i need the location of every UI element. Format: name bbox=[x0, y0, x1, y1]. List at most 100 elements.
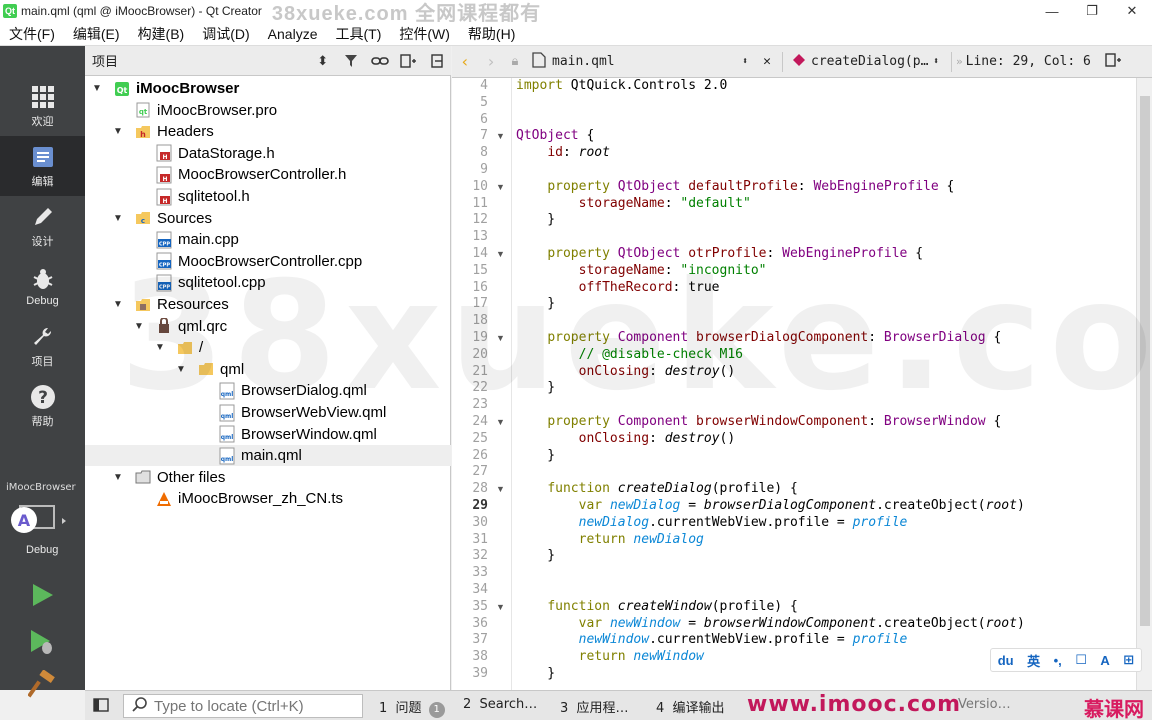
tree-item[interactable]: iMoocBrowser_zh_CN.ts bbox=[85, 488, 451, 509]
code-line[interactable]: } bbox=[516, 448, 555, 465]
code-line[interactable]: } bbox=[516, 548, 555, 565]
mode-welcome[interactable]: 欢迎 bbox=[0, 76, 85, 136]
menu-file[interactable]: 文件(F) bbox=[0, 22, 64, 46]
code-line[interactable]: var newDialog = browserDialogComponent.c… bbox=[516, 498, 1025, 515]
code-line[interactable]: return newWindow bbox=[516, 649, 704, 666]
mode-edit[interactable]: 编辑 bbox=[0, 136, 85, 196]
expand-arrow-icon[interactable]: ▼ bbox=[133, 321, 145, 332]
code-line[interactable]: property QtObject otrProfile: WebEngineP… bbox=[516, 246, 923, 263]
split-icon[interactable] bbox=[394, 46, 423, 76]
kit-selector[interactable]: iMoocBrowser A Debug bbox=[0, 476, 85, 566]
code-line[interactable]: } bbox=[516, 666, 555, 683]
tree-item[interactable]: ▼ / bbox=[85, 337, 451, 358]
expand-arrow-icon[interactable]: ▼ bbox=[112, 472, 124, 483]
close-button[interactable]: ✕ bbox=[1112, 0, 1152, 22]
close-document-button[interactable]: ✕ bbox=[756, 54, 778, 69]
menu-build[interactable]: 构建(B) bbox=[129, 22, 194, 46]
tree-item[interactable]: ▼ Qt iMoocBrowser bbox=[85, 78, 451, 99]
expand-arrow-icon[interactable]: ▼ bbox=[112, 126, 124, 137]
code-line[interactable]: storageName: "default" bbox=[516, 196, 751, 213]
code-line[interactable]: onClosing: destroy() bbox=[516, 364, 736, 381]
tree-item[interactable]: CPP MoocBrowserController.cpp bbox=[85, 251, 451, 272]
fold-marker-icon[interactable]: ▼ bbox=[496, 599, 505, 616]
tree-item[interactable]: qml BrowserDialog.qml bbox=[85, 380, 451, 401]
menu-help[interactable]: 帮助(H) bbox=[459, 22, 524, 46]
mode-debug[interactable]: Debug bbox=[0, 256, 85, 316]
code-line[interactable]: property Component browserWindowComponen… bbox=[516, 414, 1001, 431]
fold-marker-icon[interactable]: ▼ bbox=[496, 330, 505, 347]
code-line[interactable]: newWindow.currentWebView.profile = profi… bbox=[516, 632, 908, 649]
tree-item[interactable]: ▼ c Sources bbox=[85, 208, 451, 229]
ime-punctuation-icon[interactable]: •, bbox=[1054, 653, 1062, 668]
code-line[interactable]: newDialog.currentWebView.profile = profi… bbox=[516, 515, 908, 532]
code-line[interactable]: } bbox=[516, 380, 555, 397]
pane-application-output[interactable]: 3 应用程… bbox=[560, 697, 629, 716]
code-line[interactable]: property Component browserDialogComponen… bbox=[516, 330, 1001, 347]
tree-item[interactable]: ▼ h Headers bbox=[85, 121, 451, 142]
expand-arrow-icon[interactable]: ▼ bbox=[154, 342, 166, 353]
code-line[interactable]: id: root bbox=[516, 145, 610, 162]
ime-skin-icon[interactable]: A bbox=[1100, 653, 1109, 668]
link-icon[interactable] bbox=[365, 46, 394, 76]
tree-item[interactable]: H DataStorage.h bbox=[85, 143, 451, 164]
tree-item[interactable]: H MoocBrowserController.h bbox=[85, 164, 451, 185]
code-line[interactable]: QtObject { bbox=[516, 128, 594, 145]
pane-issues[interactable]: 1 问题 1 bbox=[379, 697, 445, 718]
ime-logo-icon[interactable]: du bbox=[998, 653, 1014, 668]
close-pane-icon[interactable] bbox=[422, 46, 451, 76]
menu-analyze[interactable]: Analyze bbox=[259, 22, 327, 46]
tree-item[interactable]: Hsqlitetool.h bbox=[85, 186, 451, 207]
mode-projects[interactable]: 项目 bbox=[0, 316, 85, 376]
vertical-scrollbar[interactable] bbox=[1136, 78, 1152, 690]
code-line[interactable]: } bbox=[516, 212, 555, 229]
mode-design[interactable]: 设计 bbox=[0, 196, 85, 256]
tree-item[interactable]: qml BrowserWebView.qml bbox=[85, 402, 451, 423]
code-line[interactable]: property QtObject defaultProfile: WebEng… bbox=[516, 179, 954, 196]
filter-icon[interactable] bbox=[337, 46, 366, 76]
code-line[interactable]: function createDialog(profile) { bbox=[516, 481, 797, 498]
locator-field[interactable] bbox=[123, 694, 363, 718]
code-line[interactable]: } bbox=[516, 296, 555, 313]
scrollbar-thumb[interactable] bbox=[1140, 96, 1150, 626]
code-line[interactable]: var newWindow = browserWindowComponent.c… bbox=[516, 616, 1025, 633]
fold-marker-icon[interactable]: ▼ bbox=[496, 481, 505, 498]
cursor-position[interactable]: Line: 29, Col: 6 bbox=[966, 54, 1091, 69]
tree-item[interactable]: ▼ qml.qrc bbox=[85, 316, 451, 337]
tree-item[interactable]: CPP main.cpp bbox=[85, 229, 451, 250]
code-line[interactable]: storageName: "incognito" bbox=[516, 263, 767, 280]
tree-item[interactable]: ▼ Other files bbox=[85, 467, 451, 488]
tree-item[interactable]: CPP sqlitetool.cpp bbox=[85, 272, 451, 293]
code-editor[interactable]: 4 5 6 7 ▼ 8 9 10 ▼ 11 12 13 14 ▼ 15 16 17 18 19 ▼ 20 21 22 23 24… bbox=[452, 78, 1152, 690]
pane-search-results[interactable]: 2 Search… bbox=[463, 697, 537, 712]
code-line[interactable]: offTheRecord: true bbox=[516, 280, 720, 297]
menu-widgets[interactable]: 控件(W) bbox=[390, 22, 459, 46]
menu-debug[interactable]: 调试(D) bbox=[193, 22, 258, 46]
menu-edit[interactable]: 编辑(E) bbox=[64, 22, 129, 46]
split-editor-icon[interactable] bbox=[1105, 52, 1121, 71]
pane-version-control[interactable]: Versio… bbox=[958, 697, 1011, 712]
mode-help[interactable]: ? 帮助 bbox=[0, 376, 85, 436]
document-selector[interactable]: main.qml ⬍ bbox=[526, 51, 756, 72]
symbol-selector[interactable]: createDialog(p… ⬍ bbox=[787, 53, 947, 70]
go-back-button[interactable]: ‹ bbox=[452, 52, 478, 71]
tree-item[interactable]: ▼ Resources bbox=[85, 294, 451, 315]
updown-select-icon[interactable]: ⬍ bbox=[308, 46, 337, 76]
expand-arrow-icon[interactable]: ▼ bbox=[112, 213, 124, 224]
run-button[interactable] bbox=[26, 579, 58, 611]
ime-keyboard-icon[interactable]: ☐ bbox=[1075, 652, 1087, 668]
fold-marker-icon[interactable]: ▼ bbox=[496, 179, 505, 196]
expand-arrow-icon[interactable]: ▼ bbox=[112, 299, 124, 310]
ime-language-toggle[interactable]: 英 bbox=[1027, 651, 1040, 670]
fold-marker-icon[interactable]: ▼ bbox=[496, 246, 505, 263]
expand-arrow-icon[interactable]: ▼ bbox=[91, 83, 103, 94]
fold-marker-icon[interactable]: ▼ bbox=[496, 414, 505, 431]
code-line[interactable]: import QtQuick.Controls 2.0 bbox=[516, 78, 727, 95]
maximize-button[interactable]: ❐ bbox=[1072, 0, 1112, 22]
code-line[interactable]: onClosing: destroy() bbox=[516, 431, 736, 448]
go-forward-button[interactable]: › bbox=[478, 52, 504, 71]
expand-arrow-icon[interactable]: ▼ bbox=[175, 364, 187, 375]
minimize-button[interactable]: — bbox=[1032, 0, 1072, 22]
code-line[interactable]: function createWindow(profile) { bbox=[516, 599, 797, 616]
locator-input[interactable] bbox=[154, 697, 354, 715]
toggle-sidebar-icon[interactable] bbox=[93, 698, 109, 715]
